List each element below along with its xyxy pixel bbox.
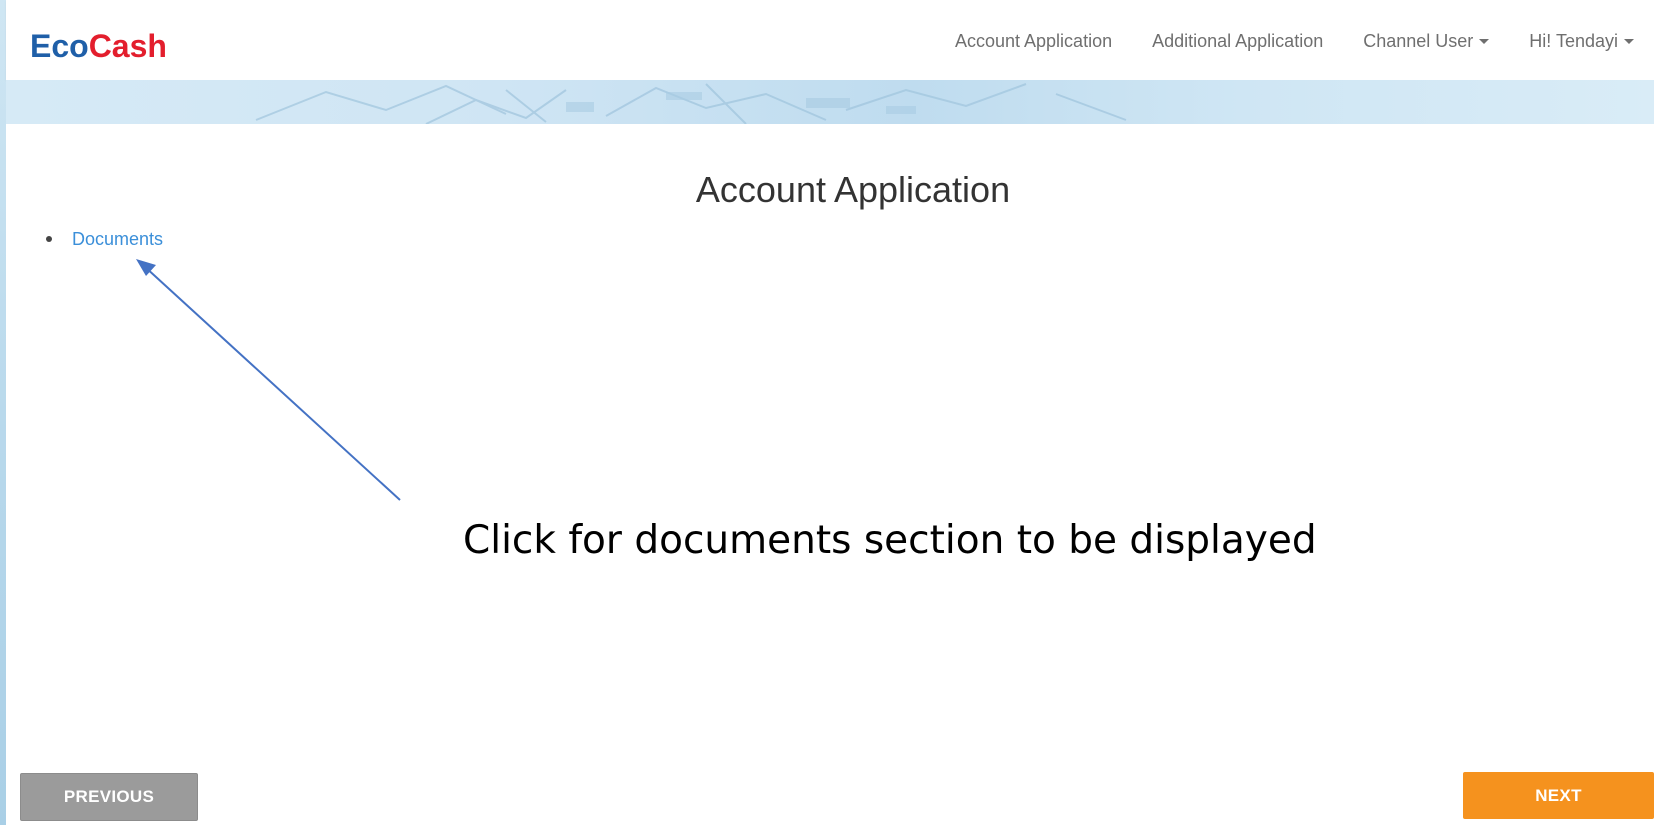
list-item: Documents (34, 227, 163, 251)
nav-channel-user-dropdown[interactable]: Channel User (1343, 28, 1509, 54)
section-link-list: Documents (34, 227, 163, 251)
brand-logo[interactable]: EcoCash (30, 26, 167, 66)
caret-down-icon (1479, 38, 1490, 44)
main-nav: Account Application Additional Applicati… (935, 28, 1654, 54)
nav-user-menu-dropdown[interactable]: Hi! Tendayi (1509, 28, 1654, 54)
nav-channel-user-label: Channel User (1363, 31, 1474, 51)
top-navbar: EcoCash Account Application Additional A… (6, 0, 1654, 80)
nav-user-greeting-label: Hi! Tendayi (1529, 31, 1618, 51)
banner-decoration (255, 83, 1127, 124)
nav-additional-application-label: Additional Application (1152, 31, 1324, 51)
previous-button[interactable]: PREVIOUS (20, 773, 198, 821)
main-card: Account Application Documents Click for … (8, 124, 1654, 825)
brand-logo-cash: Cash (88, 28, 167, 64)
nav-account-application[interactable]: Account Application (935, 28, 1132, 54)
next-button[interactable]: NEXT (1463, 772, 1654, 819)
header-banner (6, 80, 1654, 124)
annotation-text: Click for documents section to be displa… (463, 518, 1317, 563)
brand-logo-eco: Eco (30, 28, 89, 64)
page: EcoCash Account Application Additional A… (0, 0, 1654, 825)
page-title: Account Application (695, 169, 1011, 210)
nav-account-application-label: Account Application (954, 31, 1113, 51)
nav-additional-application[interactable]: Additional Application (1132, 28, 1343, 54)
caret-down-icon (1624, 38, 1634, 44)
bullet-icon (46, 236, 52, 242)
documents-link[interactable]: Documents (72, 227, 163, 251)
